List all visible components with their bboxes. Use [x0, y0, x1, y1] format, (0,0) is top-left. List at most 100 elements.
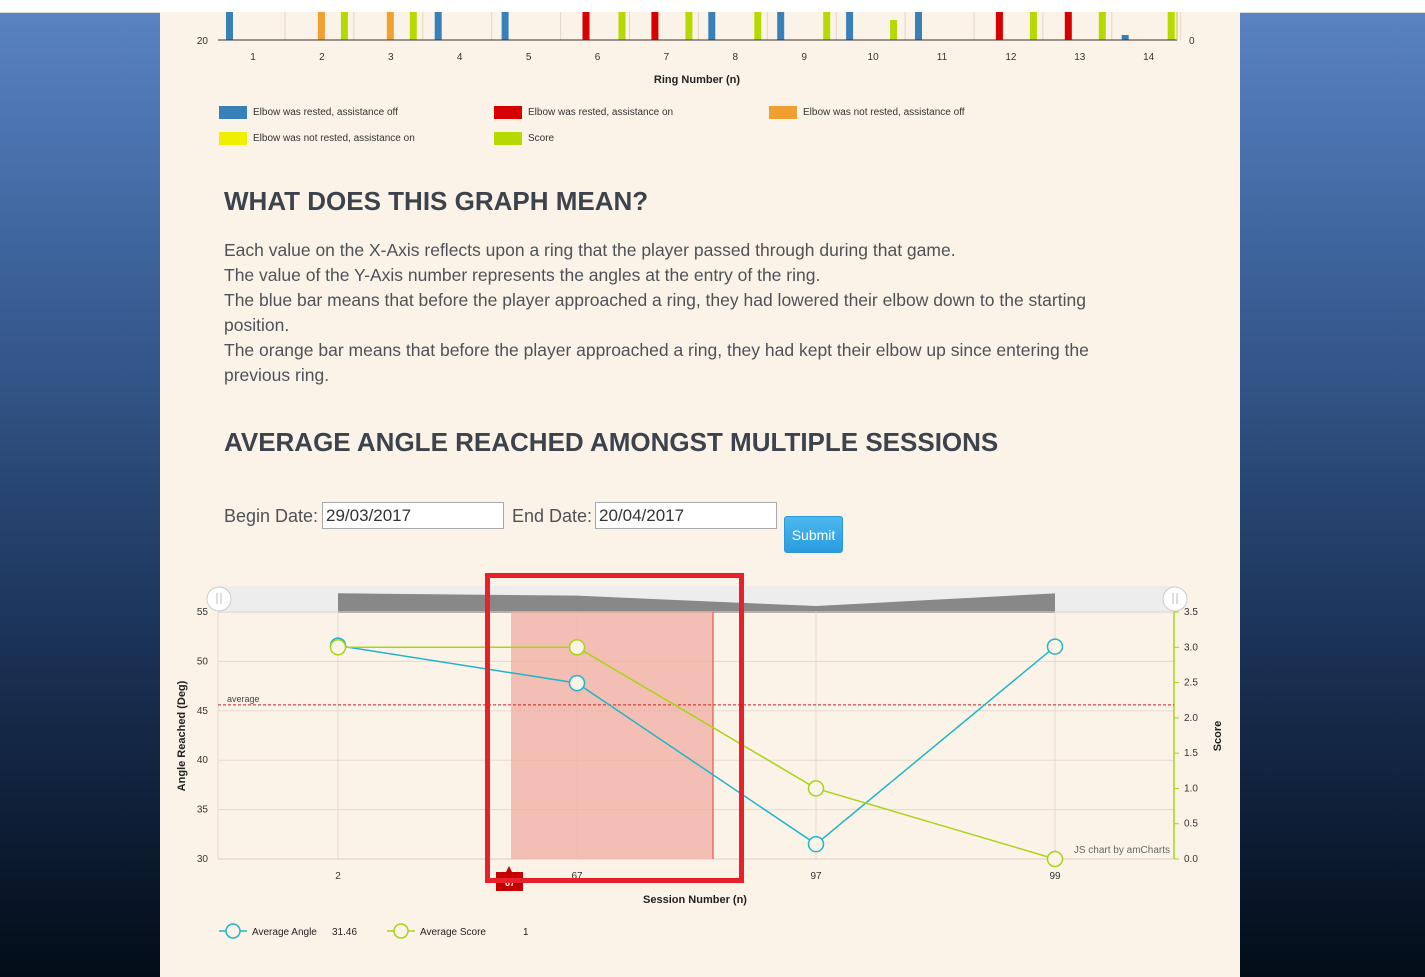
ring-bar[interactable] — [995, 12, 1003, 40]
y-axis-left-ticks: 30 35 40 45 50 55 — [197, 607, 209, 865]
average-score-point[interactable] — [807, 780, 825, 797]
legend-item-average-angle[interactable]: Average Angle 31.46 — [219, 923, 357, 939]
explanation-text: Each value on the X-Axis reflects upon a… — [224, 238, 1144, 388]
sessions-title: AVERAGE ANGLE REACHED AMONGST MULTIPLE S… — [224, 427, 999, 457]
ring-x-tick-label: 10 — [868, 52, 880, 63]
ring-x-tick-label: 5 — [526, 52, 532, 63]
end-date-input[interactable] — [595, 502, 777, 529]
average-score-point[interactable] — [329, 639, 347, 656]
ring-bar[interactable] — [777, 12, 785, 40]
average-score-point[interactable] — [1046, 850, 1064, 868]
legend-item-average-score[interactable]: Average Score 1 — [387, 923, 529, 939]
ring-y-right-label: 0 — [1189, 36, 1195, 47]
legend-swatch — [494, 106, 522, 119]
legend-marker — [225, 923, 241, 939]
ring-bar[interactable] — [1167, 12, 1175, 40]
amcharts-credit[interactable]: JS chart by amCharts — [1074, 845, 1170, 856]
y-tick-label: 50 — [197, 656, 209, 667]
y-tick-label: 55 — [197, 607, 209, 618]
ring-x-tick-label: 4 — [457, 52, 463, 63]
ring-x-tick-label: 6 — [595, 52, 601, 63]
x-axis-title: Session Number (n) — [643, 894, 747, 906]
ring-x-ticks: 1 2 3 4 5 6 7 8 9 10 11 12 13 14 — [250, 52, 1154, 63]
y-right-tick-label: 0.5 — [1184, 819, 1198, 830]
ring-bar[interactable] — [340, 12, 348, 40]
ring-bar[interactable] — [708, 12, 716, 40]
ring-bar[interactable] — [823, 12, 831, 40]
submit-button[interactable]: Submit — [784, 516, 843, 553]
ring-bar[interactable] — [1098, 12, 1106, 40]
y-tick-label: 40 — [197, 755, 209, 766]
legend-swatch — [769, 106, 797, 119]
legend-label: Elbow was rested, assistance off — [253, 107, 398, 118]
ring-bar[interactable] — [846, 12, 854, 40]
legend-item-score[interactable]: Score — [494, 132, 554, 145]
legend-label: Average Angle — [252, 927, 317, 938]
x-tick-label: 99 — [1049, 871, 1061, 882]
ring-bar[interactable] — [754, 12, 762, 40]
x-tick-label: 2 — [335, 871, 341, 882]
legend-swatch — [219, 106, 247, 119]
explanation-title: WHAT DOES THIS GRAPH MEAN? — [224, 186, 649, 216]
y-tick-label: 45 — [197, 706, 209, 717]
y-right-tick-label: 2.0 — [1184, 713, 1198, 724]
average-angle-point[interactable] — [1046, 638, 1064, 655]
ring-bar[interactable] — [1029, 12, 1037, 40]
ring-bar[interactable] — [434, 12, 442, 40]
average-angle-point[interactable] — [807, 835, 825, 853]
ring-x-tick-label: 14 — [1143, 52, 1155, 63]
begin-date-label: Begin Date: — [224, 506, 319, 526]
y-right-tick-label: 1.0 — [1184, 783, 1198, 794]
ring-x-tick-label: 12 — [1005, 52, 1017, 63]
legend-swatch — [219, 132, 247, 145]
legend-item-not-rested-off[interactable]: Elbow was not rested, assistance off — [769, 106, 965, 119]
ring-bar[interactable] — [386, 12, 394, 40]
ring-x-tick-label: 11 — [937, 52, 948, 63]
ring-x-tick-label: 1 — [250, 52, 256, 63]
legend-value: 1 — [523, 927, 529, 938]
legend-label: Score — [528, 133, 555, 144]
y-axis-right-title: Score — [1212, 721, 1224, 752]
ring-x-tick-label: 9 — [801, 52, 807, 63]
ring-bar[interactable] — [409, 12, 417, 40]
scrollbar-left-grip[interactable] — [206, 586, 232, 612]
ring-bars — [226, 12, 1182, 40]
explanation-line: The orange bar means that before the pla… — [224, 340, 1089, 385]
legend-item-rested-off[interactable]: Elbow was rested, assistance off — [219, 106, 398, 119]
legend-label: Average Score — [420, 927, 486, 938]
ring-chart: 20 0 1 2 3 4 5 6 7 8 9 10 11 12 13 14 Ring Number (n) — [197, 12, 1195, 86]
y-tick-label: 35 — [197, 805, 209, 816]
explanation-line: The blue bar means that before the playe… — [224, 290, 1086, 335]
ring-x-tick-label: 8 — [733, 52, 739, 63]
ring-bar[interactable] — [1064, 12, 1072, 40]
y-axis-right-ticks: 0.0 0.5 1.0 1.5 2.0 2.5 3.0 3.5 — [1174, 607, 1198, 865]
ring-y-left-label: 20 — [197, 36, 209, 47]
explanation-line: The value of the Y-Axis number represent… — [224, 265, 821, 285]
legend-swatch — [494, 132, 522, 145]
y-right-tick-label: 1.5 — [1184, 748, 1198, 759]
ring-bar[interactable] — [915, 12, 922, 40]
ring-bar[interactable] — [1121, 35, 1129, 40]
ring-bar[interactable] — [651, 12, 659, 40]
ring-bar[interactable] — [501, 12, 509, 40]
legend-marker — [393, 923, 409, 939]
ring-bar[interactable] — [618, 12, 626, 40]
ring-bar[interactable] — [890, 20, 898, 40]
legend-label: Elbow was not rested, assistance off — [803, 107, 965, 118]
page-content: 20 0 1 2 3 4 5 6 7 8 9 10 11 12 13 14 Ring Number (n)… — [160, 12, 1240, 977]
legend-item-not-rested-on[interactable]: Elbow was not rested, assistance on — [219, 132, 415, 145]
legend-value: 31.46 — [332, 927, 357, 938]
y-tick-label: 30 — [197, 854, 209, 865]
ring-x-tick-label: 7 — [664, 52, 670, 63]
ring-bar[interactable] — [226, 12, 233, 40]
ring-bar[interactable] — [582, 12, 590, 40]
ring-x-tick-label: 13 — [1074, 52, 1086, 63]
begin-date-input[interactable] — [322, 502, 504, 529]
ring-bar[interactable] — [685, 12, 693, 40]
x-tick-label: 97 — [810, 871, 822, 882]
y-axis-left-title: Angle Reached (Deg) — [176, 680, 188, 791]
legend-item-rested-on[interactable]: Elbow was rested, assistance on — [494, 106, 673, 119]
ring-x-label: Ring Number (n) — [654, 74, 740, 86]
ring-bar[interactable] — [317, 12, 325, 40]
ring-x-tick-label: 2 — [319, 52, 325, 63]
